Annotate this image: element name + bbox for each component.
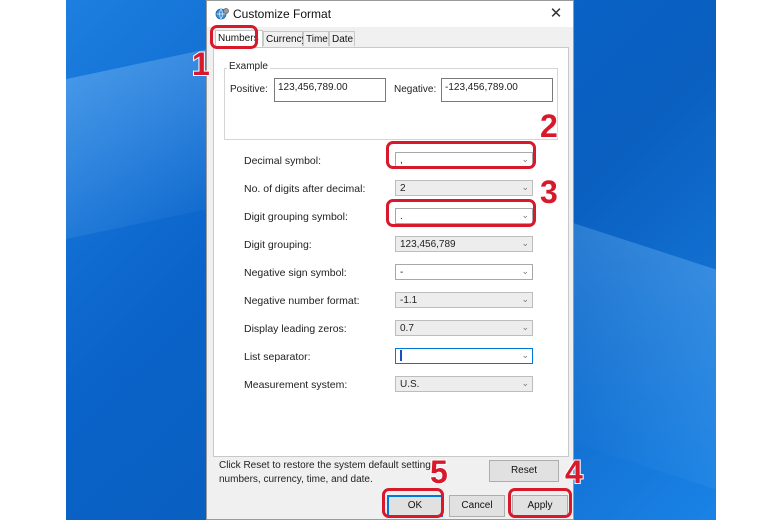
chevron-down-icon: ⌄ bbox=[521, 266, 529, 276]
digits-after-decimal-value: 2 bbox=[400, 183, 406, 194]
step-number-2: 2 bbox=[539, 107, 559, 145]
decimal-symbol-label: Decimal symbol: bbox=[244, 155, 322, 167]
measurement-system-select[interactable]: U.S. ⌄ bbox=[395, 376, 533, 392]
digits-after-decimal-select[interactable]: 2 ⌄ bbox=[395, 180, 533, 196]
digit-grouping-symbol-label: Digit grouping symbol: bbox=[244, 211, 348, 223]
apply-button[interactable]: Apply bbox=[512, 495, 568, 517]
negative-example-field: -123,456,789.00 bbox=[441, 78, 553, 102]
digit-grouping-value: 123,456,789 bbox=[400, 239, 456, 250]
negative-sign-symbol-label: Negative sign symbol: bbox=[244, 267, 347, 279]
decimal-symbol-select[interactable]: , ⌄ bbox=[395, 152, 533, 168]
negative-number-format-value: -1.1 bbox=[400, 295, 418, 306]
digit-grouping-symbol-select[interactable]: . ⌄ bbox=[395, 208, 533, 224]
digits-after-decimal-label: No. of digits after decimal: bbox=[244, 183, 366, 195]
digit-grouping-symbol-value: . bbox=[400, 211, 403, 222]
negative-label: Negative: bbox=[394, 84, 437, 95]
chevron-down-icon: ⌄ bbox=[521, 182, 529, 192]
positive-label: Positive: bbox=[230, 84, 268, 95]
negative-sign-symbol-value: - bbox=[400, 267, 404, 278]
cancel-button[interactable]: Cancel bbox=[449, 495, 505, 517]
display-leading-zeros-label: Display leading zeros: bbox=[244, 323, 347, 335]
digit-grouping-select[interactable]: 123,456,789 ⌄ bbox=[395, 236, 533, 252]
step-number-3: 3 bbox=[539, 173, 559, 211]
list-separator-select[interactable]: ⌄ bbox=[395, 348, 533, 364]
window-title: Customize Format bbox=[233, 7, 332, 21]
close-button[interactable]: ✕ bbox=[545, 4, 567, 24]
reset-description: Click Reset to restore the system defaul… bbox=[219, 459, 459, 487]
chevron-down-icon: ⌄ bbox=[521, 350, 529, 360]
display-leading-zeros-value: 0.7 bbox=[400, 323, 414, 334]
step-number-4: 4 bbox=[564, 453, 584, 491]
decimal-symbol-value: , bbox=[400, 155, 403, 166]
reset-button[interactable]: Reset bbox=[489, 460, 559, 482]
step-number-5: 5 bbox=[429, 453, 449, 491]
chevron-down-icon: ⌄ bbox=[521, 238, 529, 248]
negative-number-format-select[interactable]: -1.1 ⌄ bbox=[395, 292, 533, 308]
chevron-down-icon: ⌄ bbox=[521, 378, 529, 388]
list-separator-label: List separator: bbox=[244, 351, 311, 363]
display-leading-zeros-select[interactable]: 0.7 ⌄ bbox=[395, 320, 533, 336]
digit-grouping-label: Digit grouping: bbox=[244, 239, 312, 251]
reset-description-line: Click Reset to restore the system defaul… bbox=[219, 460, 436, 471]
chevron-down-icon: ⌄ bbox=[521, 210, 529, 220]
tab-date[interactable]: Date bbox=[329, 31, 355, 46]
tab-currency[interactable]: Currency bbox=[263, 31, 307, 46]
tab-time[interactable]: Time bbox=[303, 31, 329, 46]
chevron-down-icon: ⌄ bbox=[521, 322, 529, 332]
measurement-system-value: U.S. bbox=[400, 379, 420, 390]
positive-example-field: 123,456,789.00 bbox=[274, 78, 386, 102]
chevron-down-icon: ⌄ bbox=[521, 294, 529, 304]
customize-format-dialog: Customize Format ✕ Numbers Currency Time… bbox=[206, 0, 574, 520]
step-number-1: 1 bbox=[191, 45, 211, 83]
example-legend: Example bbox=[227, 61, 270, 72]
tab-numbers[interactable]: Numbers bbox=[215, 30, 263, 47]
title-bar: Customize Format ✕ bbox=[207, 1, 573, 27]
numbers-tab-panel: Example Positive: 123,456,789.00 Negativ… bbox=[213, 47, 569, 457]
ok-button[interactable]: OK bbox=[387, 495, 443, 517]
measurement-system-label: Measurement system: bbox=[244, 379, 348, 391]
negative-number-format-label: Negative number format: bbox=[244, 295, 360, 307]
globe-settings-icon bbox=[215, 8, 229, 20]
reset-description-line: numbers, currency, time, and date. bbox=[219, 474, 373, 485]
text-caret bbox=[400, 350, 402, 361]
chevron-down-icon: ⌄ bbox=[521, 154, 529, 164]
negative-sign-symbol-select[interactable]: - ⌄ bbox=[395, 264, 533, 280]
